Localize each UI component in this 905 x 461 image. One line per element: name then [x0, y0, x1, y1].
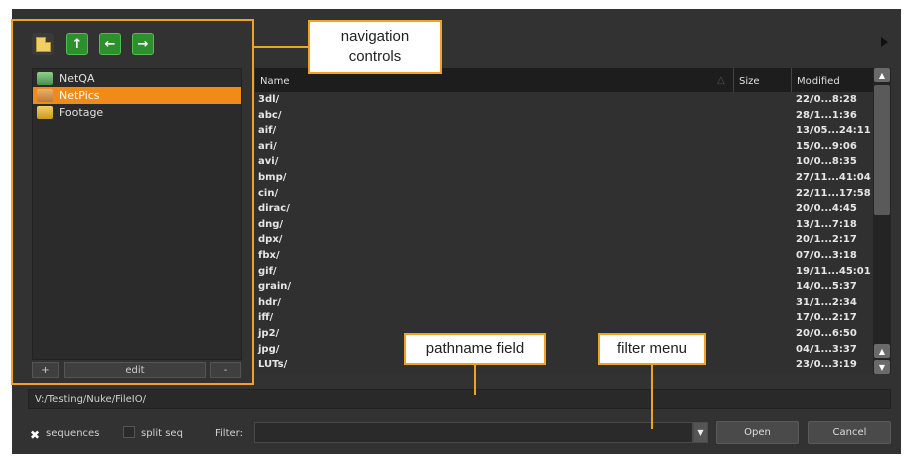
callout-leader-line [254, 46, 310, 48]
navigation-controls-highlight [11, 19, 254, 385]
filter-dropdown-arrow-icon[interactable]: ▼ [693, 422, 708, 443]
file-row[interactable]: gif/19/11...45:01 [255, 264, 873, 279]
file-modified: 22/0...8:28 [796, 94, 857, 105]
file-row[interactable]: 3dl/22/0...8:28 [255, 92, 873, 107]
file-modified: 10/0...8:35 [796, 156, 857, 168]
file-modified: 17/0...2:17 [796, 312, 857, 324]
scroll-up-icon[interactable]: ▲ [874, 344, 890, 358]
column-header-modified[interactable]: Modified [797, 76, 840, 87]
file-name: ari/ [258, 140, 277, 152]
sequences-checkbox-checked-icon[interactable]: ✖ [30, 428, 40, 442]
file-row[interactable]: hdr/31/1...2:34 [255, 295, 873, 310]
pathname-field-callout: pathname field [404, 333, 546, 365]
file-name: LUTs/ [258, 359, 288, 371]
file-row[interactable]: ari/15/0...9:06 [255, 139, 873, 154]
file-name: gif/ [258, 265, 277, 277]
callout-leader-line [474, 365, 476, 395]
filter-menu[interactable] [254, 422, 693, 443]
file-name: 3dl/ [258, 94, 280, 105]
scrollbar-thumb[interactable] [874, 85, 890, 215]
file-row[interactable]: bmp/27/11...41:04 [255, 170, 873, 185]
file-modified: 22/11...17:58 [796, 187, 871, 199]
file-row[interactable]: dirac/20/0...4:45 [255, 201, 873, 216]
split-seq-checkbox[interactable] [123, 426, 135, 438]
file-name: fbx/ [258, 250, 280, 261]
file-name: grain/ [258, 281, 292, 293]
file-row[interactable]: avi/10/0...8:35 [255, 154, 873, 169]
file-row[interactable]: abc/28/1...1:36 [255, 108, 873, 123]
file-modified: 31/1...2:34 [796, 296, 857, 308]
file-name: cin/ [258, 187, 279, 199]
file-row[interactable]: fbx/07/0...3:18 [255, 248, 873, 263]
file-row[interactable]: dng/13/1...7:18 [255, 217, 873, 232]
file-name: aif/ [258, 125, 277, 137]
file-row[interactable]: cin/22/11...17:58 [255, 186, 873, 201]
file-name: jp2/ [258, 328, 280, 339]
file-list-scrollbar[interactable]: ▲ ▲ ▼ [873, 68, 891, 374]
file-row[interactable]: aif/13/05...24:11 [255, 123, 873, 138]
file-row[interactable]: LUTs/23/0...3:19 [255, 357, 873, 372]
file-name: bmp/ [258, 172, 287, 183]
file-name: hdr/ [258, 296, 281, 308]
file-name: dirac/ [258, 203, 290, 215]
file-modified: 19/11...45:01 [796, 265, 871, 277]
scroll-up-icon[interactable]: ▲ [874, 68, 890, 82]
filter-label: Filter: [215, 428, 243, 439]
cancel-button[interactable]: Cancel [808, 421, 891, 444]
file-modified: 27/11...41:04 [796, 172, 871, 183]
file-row[interactable]: iff/17/0...2:17 [255, 310, 873, 325]
file-row[interactable]: grain/14/0...5:37 [255, 279, 873, 294]
navigation-controls-callout: navigation controls [308, 20, 442, 74]
file-name: jpg/ [258, 343, 280, 355]
file-modified: 13/1...7:18 [796, 218, 857, 230]
file-name: dpx/ [258, 234, 283, 246]
callout-text: controls [348, 48, 402, 65]
file-name: avi/ [258, 156, 279, 168]
column-divider[interactable] [733, 68, 734, 92]
column-divider[interactable] [791, 68, 792, 92]
column-header-name[interactable]: Name [260, 76, 290, 87]
file-list: 3dl/22/0...8:28 abc/28/1...1:36 aif/13/05.… [255, 92, 873, 374]
file-modified: 15/0...9:06 [796, 140, 857, 152]
file-name: abc/ [258, 109, 282, 121]
file-row[interactable]: jpg/04/1...3:37 [255, 342, 873, 357]
callout-text: navigation [340, 28, 410, 45]
sort-indicator-icon: △ [717, 75, 725, 86]
scroll-down-icon[interactable]: ▼ [874, 360, 890, 374]
file-modified: 04/1...3:37 [796, 343, 857, 355]
pathname-field[interactable]: V:/Testing/Nuke/FileIO/ [28, 389, 891, 409]
file-row[interactable]: dpx/20/1...2:17 [255, 232, 873, 247]
file-modified: 20/1...2:17 [796, 234, 857, 246]
filter-menu-callout: filter menu [598, 333, 706, 365]
file-modified: 14/0...5:37 [796, 281, 857, 293]
file-modified: 23/0...3:19 [796, 359, 857, 371]
file-modified: 28/1...1:36 [796, 109, 857, 121]
file-name: iff/ [258, 312, 274, 324]
file-modified: 07/0...3:18 [796, 250, 857, 261]
file-row[interactable]: jp2/20/0...6:50 [255, 326, 873, 341]
callout-leader-line [651, 365, 653, 429]
sequences-label: sequences [46, 428, 100, 439]
file-name: dng/ [258, 218, 284, 230]
file-modified: 13/05...24:11 [796, 125, 871, 137]
open-button[interactable]: Open [716, 421, 799, 444]
column-header-size[interactable]: Size [739, 76, 760, 87]
file-modified: 20/0...4:45 [796, 203, 857, 215]
split-seq-label: split seq [141, 428, 183, 439]
file-modified: 20/0...6:50 [796, 328, 857, 339]
expand-panel-arrow-icon[interactable] [881, 37, 888, 47]
